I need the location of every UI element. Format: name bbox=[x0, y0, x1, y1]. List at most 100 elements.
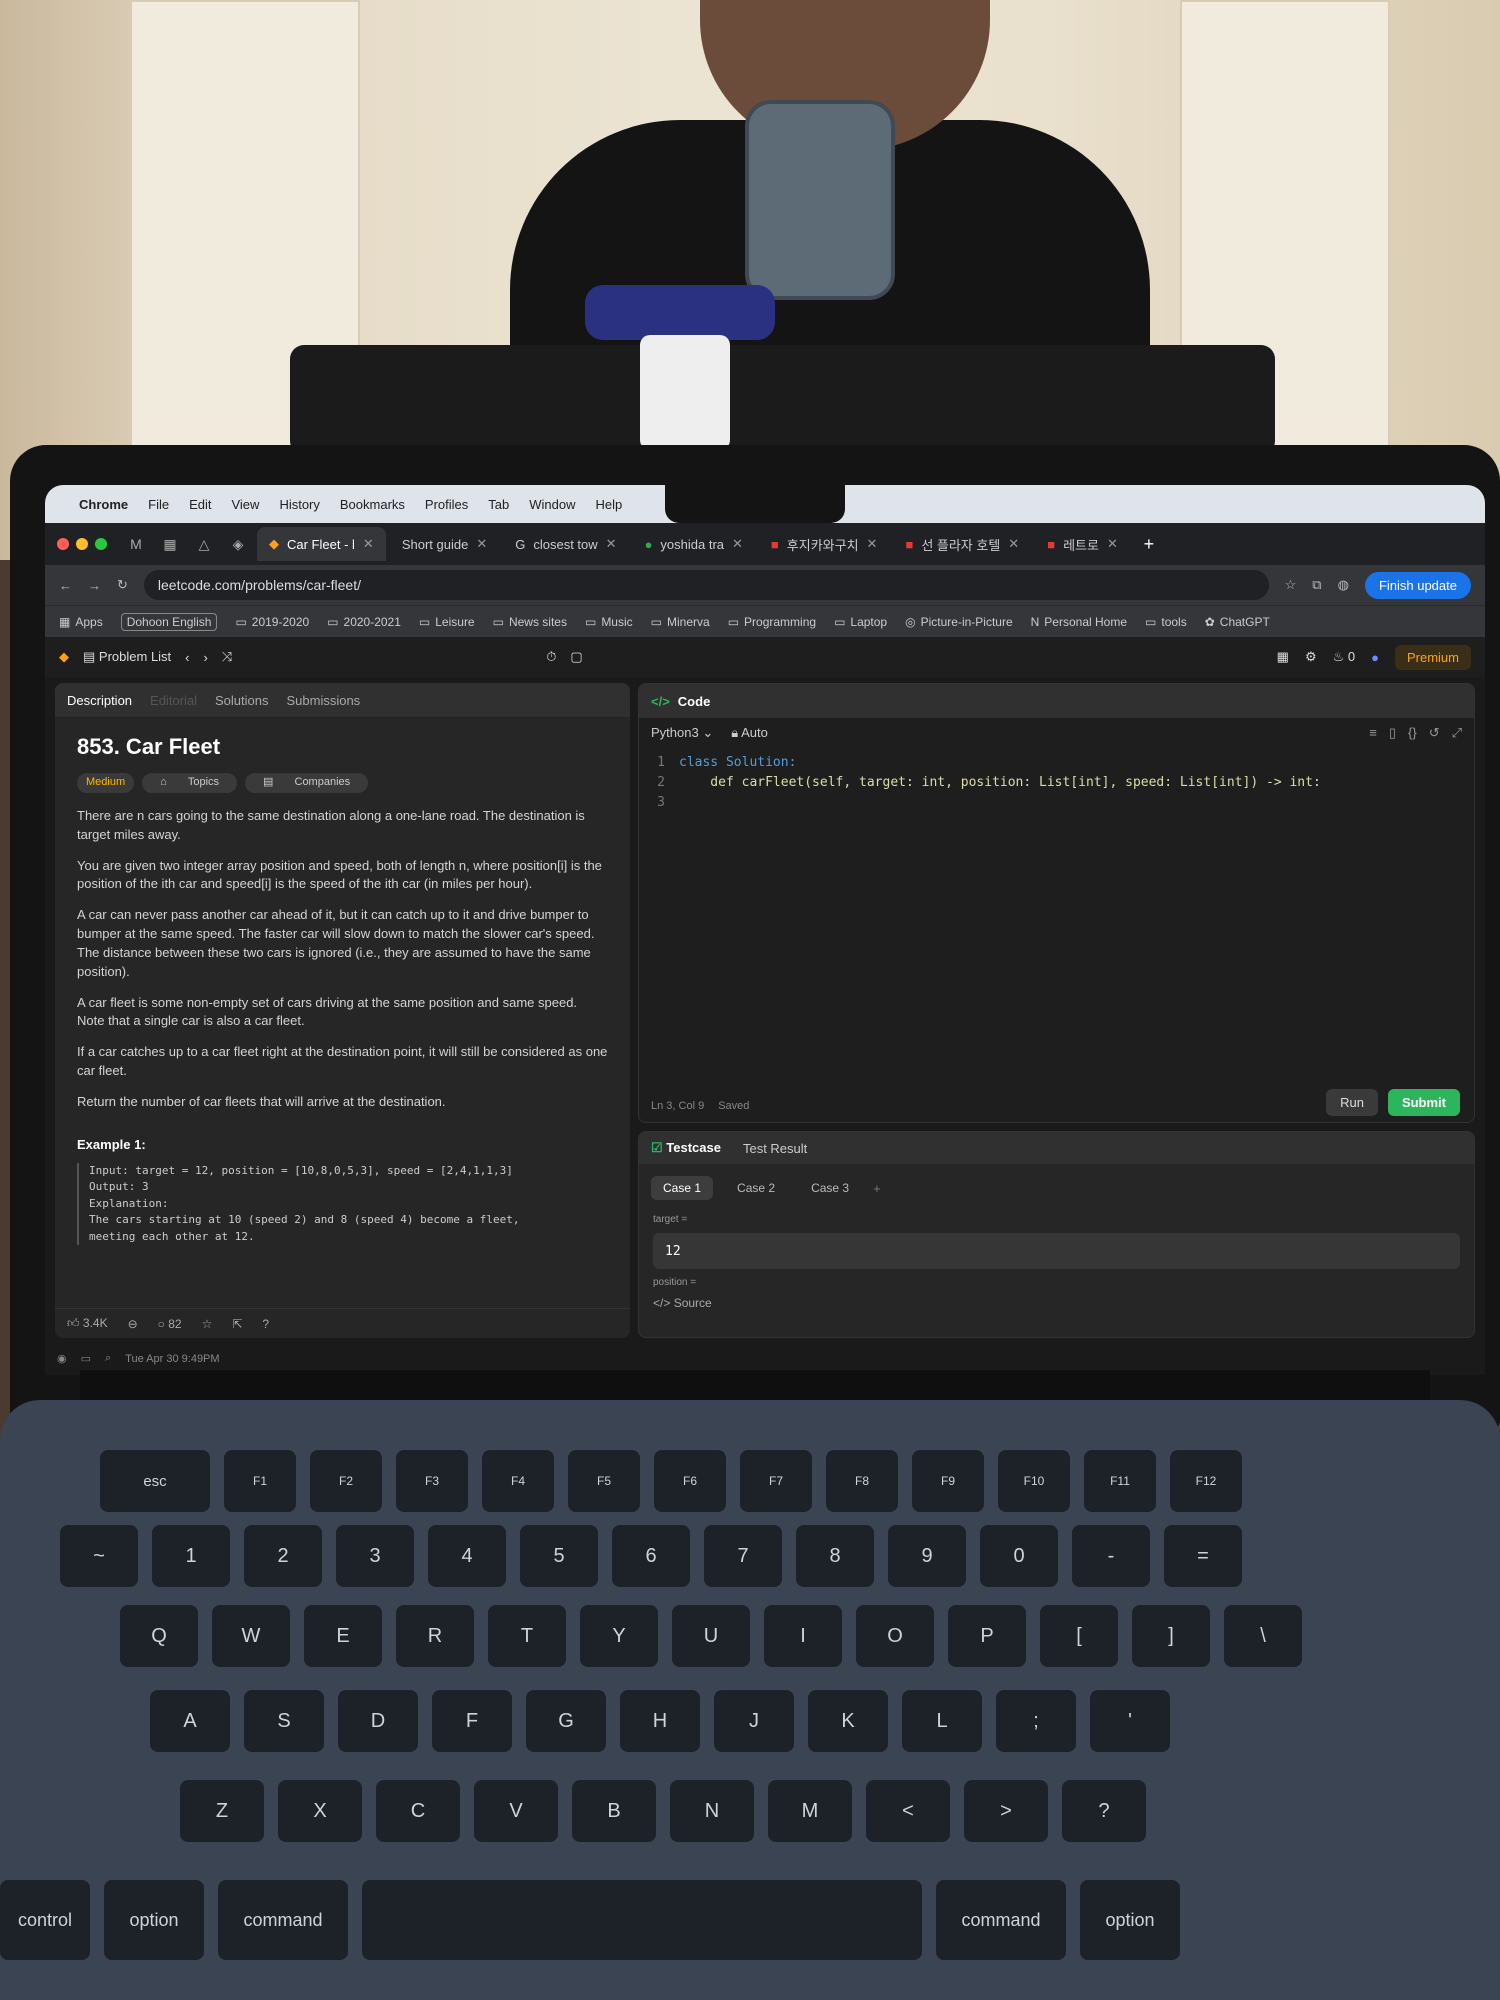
key-f12[interactable]: F12 bbox=[1170, 1450, 1242, 1512]
target-input[interactable]: 12 bbox=[653, 1233, 1460, 1269]
drive-pinned-tab-icon[interactable]: △ bbox=[189, 530, 219, 558]
close-tab-icon[interactable]: ✕ bbox=[867, 536, 878, 552]
key-c[interactable]: C bbox=[376, 1780, 460, 1842]
braces-icon[interactable]: {} bbox=[1408, 725, 1417, 741]
bookmark-folder[interactable]: ▭ 2020-2021 bbox=[327, 615, 401, 629]
leetcode-logo-icon[interactable]: ◆ bbox=[59, 649, 69, 665]
calendar-pinned-tab-icon[interactable]: ▦ bbox=[155, 530, 185, 558]
tab-solutions[interactable]: Solutions bbox=[215, 693, 268, 708]
submit-button[interactable]: Submit bbox=[1387, 1089, 1460, 1116]
bookmark-icon[interactable]: ▯ bbox=[1389, 725, 1396, 741]
bookmark-folder[interactable]: ▭ tools bbox=[1145, 615, 1187, 629]
timer-icon[interactable]: ⏱ bbox=[546, 649, 556, 665]
tab-description[interactable]: Description bbox=[67, 693, 132, 708]
key-4[interactable]: 4 bbox=[428, 1525, 506, 1587]
tab-yoshida[interactable]: ● yoshida tra ✕ bbox=[633, 527, 755, 561]
tab-retro[interactable]: ■ 레트로 ✕ bbox=[1035, 527, 1130, 561]
key-minus[interactable]: - bbox=[1072, 1525, 1150, 1587]
key-3[interactable]: 3 bbox=[336, 1525, 414, 1587]
menu-tab[interactable]: Tab bbox=[488, 497, 509, 512]
menu-window[interactable]: Window bbox=[529, 497, 575, 512]
fullscreen-icon[interactable]: ⤢ bbox=[1452, 725, 1462, 741]
case-2-tab[interactable]: Case 2 bbox=[725, 1176, 787, 1200]
key-t[interactable]: T bbox=[488, 1605, 566, 1667]
key-f6[interactable]: F6 bbox=[654, 1450, 726, 1512]
companies-button[interactable]: ▤ Companies bbox=[245, 772, 369, 793]
source-button[interactable]: </> Source bbox=[639, 1290, 1474, 1316]
key-right-bracket[interactable]: ] bbox=[1132, 1605, 1210, 1667]
key-option-right[interactable]: option bbox=[1080, 1880, 1180, 1960]
key-m[interactable]: M bbox=[768, 1780, 852, 1842]
key-a[interactable]: A bbox=[150, 1690, 230, 1752]
notes-icon[interactable]: ▢ bbox=[570, 649, 582, 665]
menu-view[interactable]: View bbox=[231, 497, 259, 512]
close-tab-icon[interactable]: ✕ bbox=[1107, 536, 1118, 552]
streak-counter[interactable]: ♨ 0 bbox=[1333, 649, 1356, 665]
key-f5[interactable]: F5 bbox=[568, 1450, 640, 1512]
add-case-icon[interactable]: + bbox=[873, 1181, 881, 1196]
key-w[interactable]: W bbox=[212, 1605, 290, 1667]
key-comma[interactable]: < bbox=[866, 1780, 950, 1842]
share-icon[interactable]: ⇱ bbox=[232, 1317, 242, 1331]
back-icon[interactable]: ← bbox=[59, 578, 72, 593]
key-j[interactable]: J bbox=[714, 1690, 794, 1752]
tab-fujikawaguchi[interactable]: ■ 후지카와구치 ✕ bbox=[759, 527, 890, 561]
menu-edit[interactable]: Edit bbox=[189, 497, 211, 512]
key-8[interactable]: 8 bbox=[796, 1525, 874, 1587]
prev-problem-icon[interactable]: ‹ bbox=[185, 650, 189, 665]
finish-update-button[interactable]: Finish update bbox=[1364, 571, 1471, 599]
key-d[interactable]: D bbox=[338, 1690, 418, 1752]
key-p[interactable]: P bbox=[948, 1605, 1026, 1667]
key-left-bracket[interactable]: [ bbox=[1040, 1605, 1118, 1667]
run-button[interactable]: Run bbox=[1326, 1089, 1378, 1116]
zoom-window-button[interactable] bbox=[95, 538, 107, 550]
dislike-icon[interactable]: ⊖ bbox=[128, 1317, 138, 1331]
key-0[interactable]: 0 bbox=[980, 1525, 1058, 1587]
gmail-pinned-tab-icon[interactable]: M bbox=[121, 530, 151, 558]
menu-chrome[interactable]: Chrome bbox=[79, 497, 128, 512]
key-f3[interactable]: F3 bbox=[396, 1450, 468, 1512]
problem-list-button[interactable]: ▤ Problem List bbox=[83, 649, 171, 665]
pinned-tab-icon[interactable]: ◈ bbox=[223, 530, 253, 558]
key-esc[interactable]: esc bbox=[100, 1450, 210, 1512]
key-backslash[interactable]: \ bbox=[1224, 1605, 1302, 1667]
key-l[interactable]: L bbox=[902, 1690, 982, 1752]
menu-bookmarks[interactable]: Bookmarks bbox=[340, 497, 405, 512]
key-command-left[interactable]: command bbox=[218, 1880, 348, 1960]
close-tab-icon[interactable]: ✕ bbox=[476, 536, 487, 552]
key-r[interactable]: R bbox=[396, 1605, 474, 1667]
tab-car-fleet[interactable]: ◆ Car Fleet - l ✕ bbox=[257, 527, 386, 561]
key-q[interactable]: Q bbox=[120, 1605, 198, 1667]
menu-file[interactable]: File bbox=[148, 497, 169, 512]
key-u[interactable]: U bbox=[672, 1605, 750, 1667]
key-v[interactable]: V bbox=[474, 1780, 558, 1842]
close-tab-icon[interactable]: ✕ bbox=[732, 536, 743, 552]
key-slash[interactable]: ? bbox=[1062, 1780, 1146, 1842]
bookmark-link[interactable]: ✿ ChatGPT bbox=[1205, 615, 1270, 629]
like-button[interactable]: 👍︎ 3.4K bbox=[67, 1316, 108, 1331]
key-g[interactable]: G bbox=[526, 1690, 606, 1752]
format-icon[interactable]: ≡ bbox=[1369, 725, 1377, 741]
topics-button[interactable]: ⌂ Topics bbox=[142, 772, 238, 793]
star-icon[interactable]: ☆ bbox=[1285, 577, 1297, 593]
reset-icon[interactable]: ↺ bbox=[1429, 725, 1440, 741]
wifi-icon[interactable]: ◉ bbox=[57, 1352, 67, 1365]
url-field[interactable]: leetcode.com/problems/car-fleet/ bbox=[143, 570, 1269, 600]
forward-icon[interactable]: → bbox=[88, 578, 101, 593]
bookmark-link[interactable]: ◎ Picture-in-Picture bbox=[905, 615, 1013, 629]
layout-icon[interactable]: ▦ bbox=[1277, 649, 1289, 665]
key-f10[interactable]: F10 bbox=[998, 1450, 1070, 1512]
key-n[interactable]: N bbox=[670, 1780, 754, 1842]
tab-submissions[interactable]: Submissions bbox=[286, 693, 360, 708]
key-quote[interactable]: ' bbox=[1090, 1690, 1170, 1752]
problem-title[interactable]: 853. Car Fleet bbox=[77, 731, 608, 763]
case-1-tab[interactable]: Case 1 bbox=[651, 1176, 714, 1200]
favorite-star-icon[interactable]: ☆ bbox=[202, 1317, 213, 1331]
key-space[interactable] bbox=[362, 1880, 922, 1960]
tab-sun-plaza[interactable]: ■ 선 플라자 호텔 ✕ bbox=[893, 527, 1031, 561]
key-9[interactable]: 9 bbox=[888, 1525, 966, 1587]
tab-short-guide[interactable]: Short guide ✕ bbox=[390, 527, 499, 561]
profile-avatar[interactable]: ◍ bbox=[1338, 577, 1349, 593]
bookmark-link[interactable]: N Personal Home bbox=[1031, 615, 1127, 629]
key-2[interactable]: 2 bbox=[244, 1525, 322, 1587]
